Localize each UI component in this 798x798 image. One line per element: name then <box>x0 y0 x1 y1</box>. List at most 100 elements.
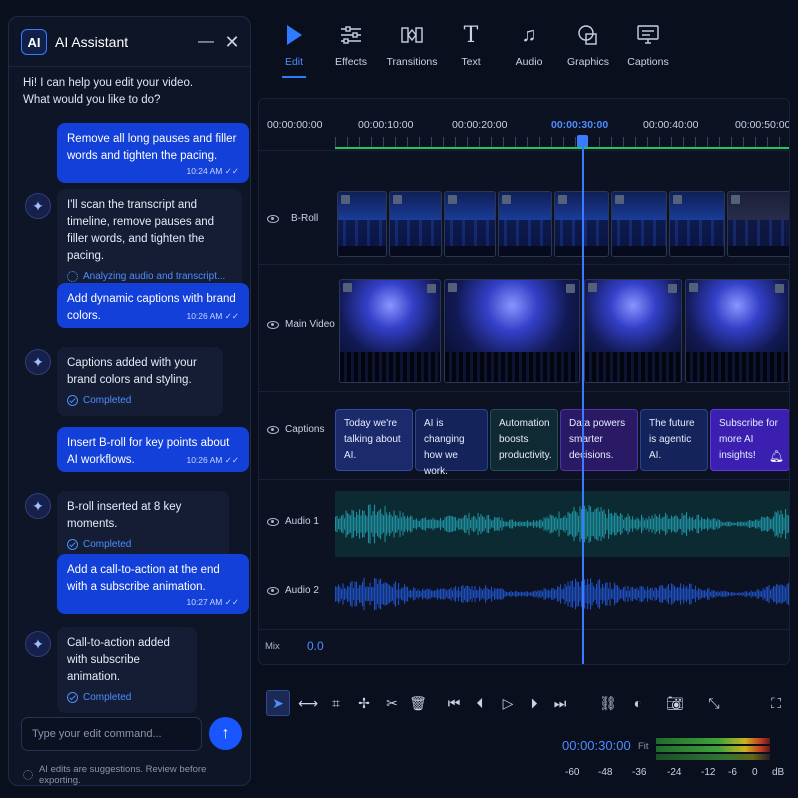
waveform-bar <box>720 521 722 527</box>
waveform-bar <box>590 578 592 610</box>
fullscreen-icon[interactable]: ⛶ <box>764 690 788 716</box>
playhead-handle[interactable] <box>577 135 588 147</box>
waveform-bar <box>557 518 559 530</box>
crop-icon[interactable]: ⌗ <box>324 690 348 716</box>
zoom-fit-label[interactable]: Fit <box>638 741 649 752</box>
waveform-bar <box>500 588 502 600</box>
clip-type-icon <box>615 195 624 204</box>
trash-icon[interactable]: 🗑︎ <box>406 690 430 716</box>
razor-icon[interactable]: ✂ <box>380 690 404 716</box>
eye-icon[interactable] <box>267 517 279 526</box>
waveform-bar <box>773 585 775 603</box>
waveform-bar <box>669 518 671 530</box>
waveform-bar <box>522 592 524 596</box>
eye-icon[interactable] <box>267 320 279 329</box>
broll-clip[interactable] <box>337 191 387 257</box>
message-time: 10:24 AM ✓✓ <box>186 166 239 176</box>
waveform-bar <box>480 513 482 535</box>
broll-clip[interactable] <box>498 191 552 257</box>
broll-clip[interactable] <box>389 191 442 257</box>
waveform-bar <box>543 588 545 600</box>
waveform-bar <box>495 517 497 531</box>
caption-clip[interactable]: Automation boosts productivity. <box>490 409 558 471</box>
play-button-icon[interactable]: ▷ <box>496 690 520 716</box>
playhead[interactable] <box>582 147 584 664</box>
broll-clip[interactable] <box>727 191 789 257</box>
mix-label: Mix <box>265 641 280 652</box>
waveform-bar <box>756 589 758 599</box>
waveform-bar <box>725 522 727 526</box>
ai-panel-header: AI AI Assistant — ✕ <box>9 17 250 67</box>
waveform-bar <box>417 589 419 599</box>
waveform-bar <box>651 515 653 533</box>
tab-text[interactable]: T Text <box>439 20 503 80</box>
caption-clip[interactable]: Subscribe for more AI insights! 🔔︎ <box>710 409 789 471</box>
broll-clip[interactable] <box>611 191 667 257</box>
step-back-icon[interactable]: ⏴︎ <box>468 690 492 716</box>
waveform-bar <box>345 510 347 538</box>
waveform-bar <box>753 591 755 597</box>
tab-captions[interactable]: Captions <box>616 20 680 80</box>
waveform-bar <box>651 587 653 601</box>
audio1-waveform[interactable] <box>335 491 790 557</box>
ruler-timecode-current: 00:00:30:00 <box>551 119 609 131</box>
main-video-clip[interactable] <box>444 279 580 383</box>
caption-clip[interactable]: The future is agentic AI. <box>640 409 708 471</box>
eye-icon[interactable] <box>267 586 279 595</box>
tab-audio[interactable]: ♫ Audio <box>497 20 561 80</box>
broll-clip[interactable] <box>669 191 725 257</box>
waveform-bar <box>672 584 674 604</box>
check-circle-icon <box>67 692 78 703</box>
timeline-ruler[interactable]: 00:00:00:00 00:00:10:00 00:00:20:00 00:0… <box>259 99 789 151</box>
waveform-bar <box>474 585 476 603</box>
waveform-bar <box>416 590 418 598</box>
eye-icon[interactable] <box>267 425 279 434</box>
waveform-bar <box>528 592 530 596</box>
waveform-bar <box>519 521 521 527</box>
waveform-bar <box>546 516 548 532</box>
waveform-bar <box>524 521 526 527</box>
clip-type-icon <box>566 284 575 293</box>
mix-value[interactable]: 0.0 <box>307 639 324 653</box>
fit-timeline-icon[interactable]: ⤡ <box>702 690 726 716</box>
snapshot-icon[interactable]: 📷︎ <box>663 690 687 716</box>
main-video-clip[interactable] <box>339 279 441 383</box>
audio2-waveform[interactable] <box>335 561 790 627</box>
waveform-bar <box>579 506 581 542</box>
waveform-bar <box>573 506 575 542</box>
minimize-icon[interactable]: — <box>198 33 214 51</box>
eye-icon[interactable] <box>267 214 279 223</box>
ai-command-input[interactable] <box>21 717 202 751</box>
send-button[interactable]: ↑ <box>209 717 242 750</box>
caption-clip[interactable]: Today we're talking about AI. <box>335 409 413 471</box>
tab-edit[interactable]: Edit <box>262 20 326 80</box>
waveform-bar <box>372 587 374 601</box>
waveform-bar <box>405 586 407 602</box>
caption-clip[interactable]: AI is changing how we work. <box>415 409 488 477</box>
tab-graphics[interactable]: Graphics <box>556 20 620 80</box>
waveform-bar <box>471 517 473 531</box>
waveform-bar <box>663 516 665 532</box>
move-icon[interactable]: ✢ <box>352 690 376 716</box>
marker-icon[interactable]: ◐ <box>626 690 650 716</box>
select-tool-icon[interactable]: ➤ <box>266 690 290 716</box>
caption-clip[interactable]: Data powers smarter decisions. <box>560 409 638 471</box>
main-video-clip[interactable] <box>584 279 682 383</box>
waveform-bar <box>447 515 449 533</box>
close-icon[interactable]: ✕ <box>223 33 241 51</box>
ripple-trim-icon[interactable]: ⟷ <box>296 690 320 716</box>
broll-clip[interactable] <box>444 191 496 257</box>
skip-end-icon[interactable]: ⏭︎ <box>548 690 572 716</box>
tab-effects[interactable]: Effects <box>319 20 383 80</box>
audio-meter-right <box>656 746 770 752</box>
skip-start-icon[interactable]: ⏮︎ <box>442 690 466 716</box>
main-video-clip[interactable] <box>685 279 789 383</box>
waveform-bar <box>426 588 428 600</box>
waveform-bar <box>782 514 784 534</box>
waveform-bar <box>608 509 610 539</box>
waveform-bar <box>575 578 577 610</box>
link-icon[interactable]: ⛓︎ <box>596 690 620 716</box>
waveform-bar <box>759 591 761 597</box>
step-forward-icon[interactable]: ⏵︎ <box>522 690 546 716</box>
tab-transitions[interactable]: Transitions <box>380 20 444 80</box>
